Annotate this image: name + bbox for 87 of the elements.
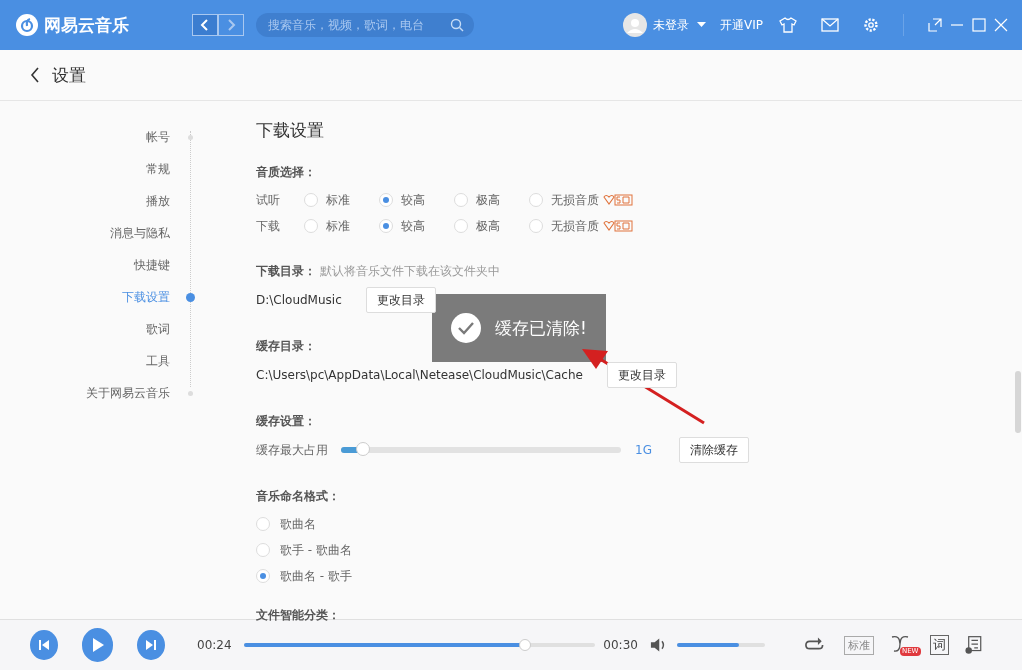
slider-label: 缓存最大占用 <box>256 441 329 459</box>
play-icon <box>90 637 105 653</box>
radio-button[interactable] <box>529 193 543 207</box>
back-icon[interactable] <box>30 67 40 83</box>
option-label[interactable]: 标准 <box>326 217 350 235</box>
active-marker <box>186 292 195 302</box>
field-label: 缓存设置： <box>256 413 317 430</box>
volume-slider[interactable] <box>676 643 766 647</box>
settings-nav-item[interactable]: 消息与隐私 <box>110 224 170 242</box>
settings-nav-item[interactable]: 快捷键 <box>134 256 170 274</box>
field-label: 缓存目录： <box>256 338 317 355</box>
clear-cache-button[interactable]: 清除缓存 <box>679 437 749 463</box>
option-label[interactable]: 歌曲名 <box>280 515 316 533</box>
radio-button[interactable] <box>454 193 468 207</box>
settings-nav-item[interactable]: 歌词 <box>146 320 170 338</box>
option-label[interactable]: 标准 <box>326 191 350 209</box>
page-title: 设置 <box>52 63 86 87</box>
radio-button[interactable] <box>304 219 318 233</box>
radio-button[interactable] <box>256 569 270 583</box>
chevron-left-icon <box>200 19 210 31</box>
row-label: 下载 <box>256 217 281 235</box>
lyrics-button[interactable]: 词 <box>930 635 950 655</box>
radio-button[interactable] <box>529 219 543 233</box>
skip-back-icon <box>37 639 50 651</box>
option-label[interactable]: 较高 <box>401 191 425 209</box>
row-label: 试听 <box>256 191 281 209</box>
option-label[interactable]: 极高 <box>476 191 500 209</box>
change-folder-button[interactable]: 更改目录 <box>365 287 436 313</box>
app-title: 网易云音乐 <box>44 13 129 37</box>
option-label[interactable]: 无损音质 <box>551 191 599 209</box>
radio-button[interactable] <box>256 517 270 531</box>
option-label[interactable]: 无损音质 <box>551 217 599 235</box>
vip-link[interactable]: 开通VIP <box>720 16 763 34</box>
checkmark-icon <box>451 313 482 343</box>
field-label: 文件智能分类： <box>256 607 341 624</box>
settings-nav-item[interactable]: 关于网易云音乐 <box>86 384 170 402</box>
change-folder-button[interactable]: 更改目录 <box>606 362 677 388</box>
mail-icon[interactable] <box>821 18 839 32</box>
maximize-icon[interactable] <box>972 18 986 32</box>
path-text: D:\CloudMusic <box>256 293 342 307</box>
next-button[interactable] <box>137 630 165 660</box>
radio-button[interactable] <box>454 219 468 233</box>
play-button[interactable] <box>81 628 114 662</box>
volume-icon[interactable] <box>649 638 667 652</box>
slider-value: 1G <box>635 443 653 457</box>
total-time: 00:30 <box>603 638 638 652</box>
settings-nav-item[interactable]: 工具 <box>146 352 170 370</box>
repeat-icon[interactable] <box>805 637 824 653</box>
field-label: 下载目录： <box>256 263 316 280</box>
quality-button[interactable]: 标准 <box>843 635 874 655</box>
radio-button[interactable] <box>304 193 318 207</box>
close-icon[interactable] <box>994 18 1008 32</box>
scrollbar-thumb[interactable] <box>1015 371 1021 433</box>
field-label: 音质选择： <box>256 164 317 181</box>
elapsed-time: 00:24 <box>197 638 232 652</box>
chevron-right-icon <box>226 19 236 31</box>
settings-nav-item[interactable]: 播放 <box>146 192 170 210</box>
path-text: C:\Users\pc\AppData\Local\Netease\CloudMusic\Cache <box>256 368 583 382</box>
avatar-icon[interactable] <box>623 13 647 37</box>
option-label[interactable]: 极高 <box>476 217 500 235</box>
radio-button[interactable] <box>256 543 270 557</box>
radio-button[interactable] <box>379 193 393 207</box>
search-field[interactable]: 搜索音乐，视频，歌词，电台 <box>256 13 474 37</box>
back-button[interactable] <box>192 14 218 36</box>
toast-message: 缓存已清除! <box>495 316 587 340</box>
field-label: 音乐命名格式： <box>256 488 341 505</box>
option-label[interactable]: 歌曲名 - 歌手 <box>280 567 352 585</box>
caret-icon[interactable] <box>697 22 706 28</box>
section-title: 下载设置 <box>256 119 325 142</box>
forward-button[interactable] <box>218 14 244 36</box>
settings-nav-item[interactable]: 帐号 <box>146 128 170 146</box>
cache-slider[interactable] <box>341 442 621 458</box>
search-icon <box>450 18 464 32</box>
radio-button[interactable] <box>379 219 393 233</box>
shirt-icon[interactable] <box>779 17 797 33</box>
previous-button[interactable] <box>30 630 58 660</box>
mini-mode-icon[interactable] <box>928 18 942 32</box>
logo-icon <box>16 14 38 36</box>
settings-nav-item[interactable]: 下载设置 <box>122 288 170 306</box>
playlist-icon[interactable] <box>965 635 982 655</box>
option-label[interactable]: 较高 <box>401 217 425 235</box>
hint-text: 默认将音乐文件下载在该文件夹中 <box>320 263 500 280</box>
login-status[interactable]: 未登录 <box>653 16 689 34</box>
settings-icon[interactable] <box>863 17 879 33</box>
settings-nav-item[interactable]: 常规 <box>146 160 170 178</box>
skip-forward-icon <box>145 639 158 651</box>
option-label[interactable]: 歌手 - 歌曲名 <box>280 541 352 559</box>
